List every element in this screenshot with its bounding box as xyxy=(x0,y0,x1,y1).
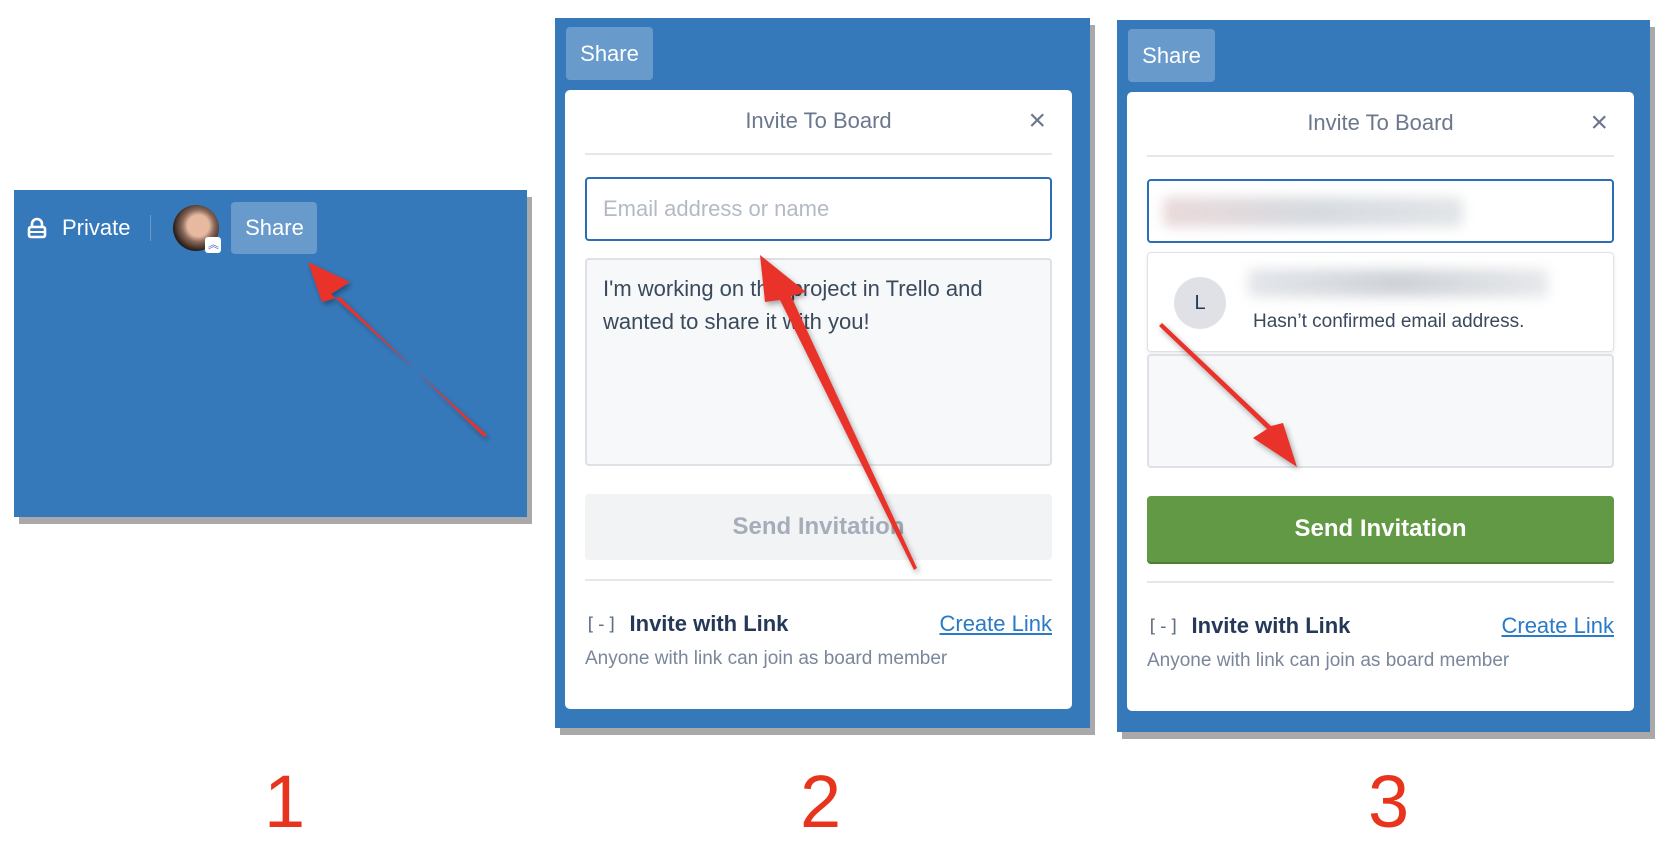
invite-with-link-row: [-] Invite with Link Create Link xyxy=(585,611,1052,637)
email-input[interactable] xyxy=(585,177,1052,241)
invite-dialog: Invite To Board × I'm working on this pr… xyxy=(565,90,1072,709)
create-link[interactable]: Create Link xyxy=(939,611,1052,637)
step-number-3: 3 xyxy=(1368,760,1410,843)
invite-with-link-label: Invite with Link xyxy=(1191,613,1351,638)
share-button[interactable]: Share xyxy=(231,202,318,254)
header-divider xyxy=(150,215,152,241)
redacted-name xyxy=(1248,269,1548,297)
step1-board-header: Private ︽ Share xyxy=(14,190,527,517)
divider xyxy=(585,579,1052,581)
invite-dialog: Invite To Board × L Hasn’t confirmed ema… xyxy=(1127,92,1634,711)
send-invitation-button[interactable]: Send Invitation xyxy=(1147,496,1614,562)
member-avatar[interactable]: ︽ xyxy=(173,205,222,253)
member-suggestion[interactable]: L Hasn’t confirmed email address. xyxy=(1147,252,1614,352)
redacted-email xyxy=(1163,197,1463,227)
admin-chevrons-icon: ︽ xyxy=(205,237,222,253)
board-header-bar: Private ︽ Share xyxy=(26,202,318,254)
invite-with-link-row: [-] Invite with Link Create Link xyxy=(1147,613,1614,639)
message-textarea[interactable]: I'm working on this project in Trello an… xyxy=(585,258,1052,466)
link-icon: [-] xyxy=(1147,615,1180,637)
step2-invite-panel: Share Invite To Board × I'm working on t… xyxy=(555,18,1090,728)
lock-icon xyxy=(27,217,47,239)
divider xyxy=(1147,155,1614,157)
divider xyxy=(1147,581,1614,583)
email-input[interactable] xyxy=(1147,179,1614,243)
close-icon[interactable]: × xyxy=(1590,106,1608,140)
dialog-title: Invite To Board xyxy=(745,108,892,133)
divider xyxy=(585,153,1052,155)
share-button[interactable]: Share xyxy=(1128,29,1215,82)
link-icon: [-] xyxy=(585,613,618,635)
invite-with-link-label: Invite with Link xyxy=(629,611,789,636)
send-invitation-button[interactable]: Send Invitation xyxy=(585,494,1052,560)
create-link[interactable]: Create Link xyxy=(1501,613,1614,639)
dialog-title: Invite To Board xyxy=(1307,110,1454,135)
step-number-2: 2 xyxy=(800,760,842,843)
share-button[interactable]: Share xyxy=(566,27,653,80)
link-description: Anyone with link can join as board membe… xyxy=(1147,650,1510,671)
step-number-1: 1 xyxy=(264,760,306,843)
link-description: Anyone with link can join as board membe… xyxy=(585,648,948,669)
visibility-label[interactable]: Private xyxy=(62,215,130,241)
step3-invite-panel: Share Invite To Board × L Hasn’t confirm… xyxy=(1117,20,1650,732)
member-initial-avatar: L xyxy=(1174,277,1226,329)
close-icon[interactable]: × xyxy=(1028,104,1046,138)
message-textarea[interactable] xyxy=(1147,354,1614,468)
unconfirmed-note: Hasn’t confirmed email address. xyxy=(1253,311,1525,332)
